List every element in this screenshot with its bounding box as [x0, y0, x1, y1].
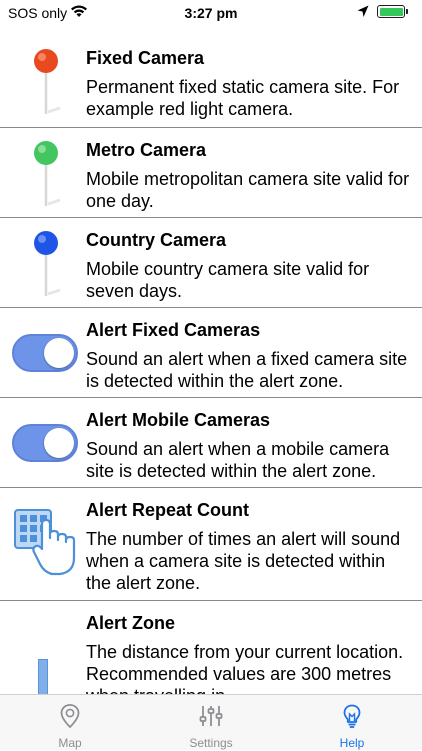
- red-pin-icon: [34, 49, 61, 114]
- tab-help[interactable]: Help: [282, 695, 422, 751]
- item-description: Sound an alert when a fixed camera site …: [86, 349, 408, 391]
- item-description: Mobile metropolitan camera site valid fo…: [86, 169, 410, 211]
- help-list[interactable]: Fixed Camera Permanent fixed static came…: [0, 36, 422, 694]
- location-arrow-icon: [357, 5, 369, 21]
- battery-icon: [377, 5, 408, 18]
- item-description: Mobile country camera site valid for sev…: [86, 259, 370, 301]
- item-description: Permanent fixed static camera site. For …: [86, 77, 400, 119]
- item-description: The distance from your current location.…: [86, 642, 404, 694]
- list-item: Country Camera Mobile country camera sit…: [0, 218, 422, 308]
- list-item: Alert Mobile Cameras Sound an alert when…: [0, 398, 422, 488]
- map-pin-icon: [60, 704, 80, 729]
- toggle-icon: [12, 334, 78, 372]
- list-item: Alert Zone The distance from your curren…: [0, 601, 422, 694]
- status-bar: SOS only 3:27 pm: [0, 0, 422, 26]
- item-title: Fixed Camera: [86, 48, 205, 68]
- item-title: Alert Repeat Count: [86, 500, 250, 520]
- list-item: Alert Fixed Cameras Sound an alert when …: [0, 308, 422, 398]
- zone-bar-icon: [38, 659, 48, 694]
- item-description: Sound an alert when a mobile camera site…: [86, 439, 390, 481]
- sliders-icon: [199, 706, 223, 726]
- list-item: Alert Repeat Count The number of times a…: [0, 488, 422, 601]
- list-item: Metro Camera Mobile metropolitan camera …: [0, 128, 422, 218]
- green-pin-icon: [34, 141, 61, 206]
- tab-label: Help: [339, 736, 365, 750]
- item-title: Alert Mobile Cameras: [86, 410, 271, 430]
- tab-label: Settings: [189, 736, 233, 750]
- item-title: Alert Fixed Cameras: [86, 320, 261, 340]
- list-item: Fixed Camera Permanent fixed static came…: [0, 36, 422, 128]
- tab-label: Map: [58, 736, 82, 750]
- lightbulb-icon: [343, 704, 361, 728]
- keypad-hand-icon: [14, 509, 76, 576]
- blue-pin-icon: [34, 231, 61, 296]
- tab-bar: Map Settings Help: [0, 694, 422, 750]
- toggle-icon: [12, 424, 78, 462]
- tab-map[interactable]: Map: [0, 695, 140, 751]
- item-title: Country Camera: [86, 230, 227, 250]
- item-title: Alert Zone: [86, 613, 176, 633]
- item-title: Metro Camera: [86, 140, 207, 160]
- item-description: The number of times an alert will sound …: [86, 529, 401, 593]
- tab-settings[interactable]: Settings: [141, 695, 281, 751]
